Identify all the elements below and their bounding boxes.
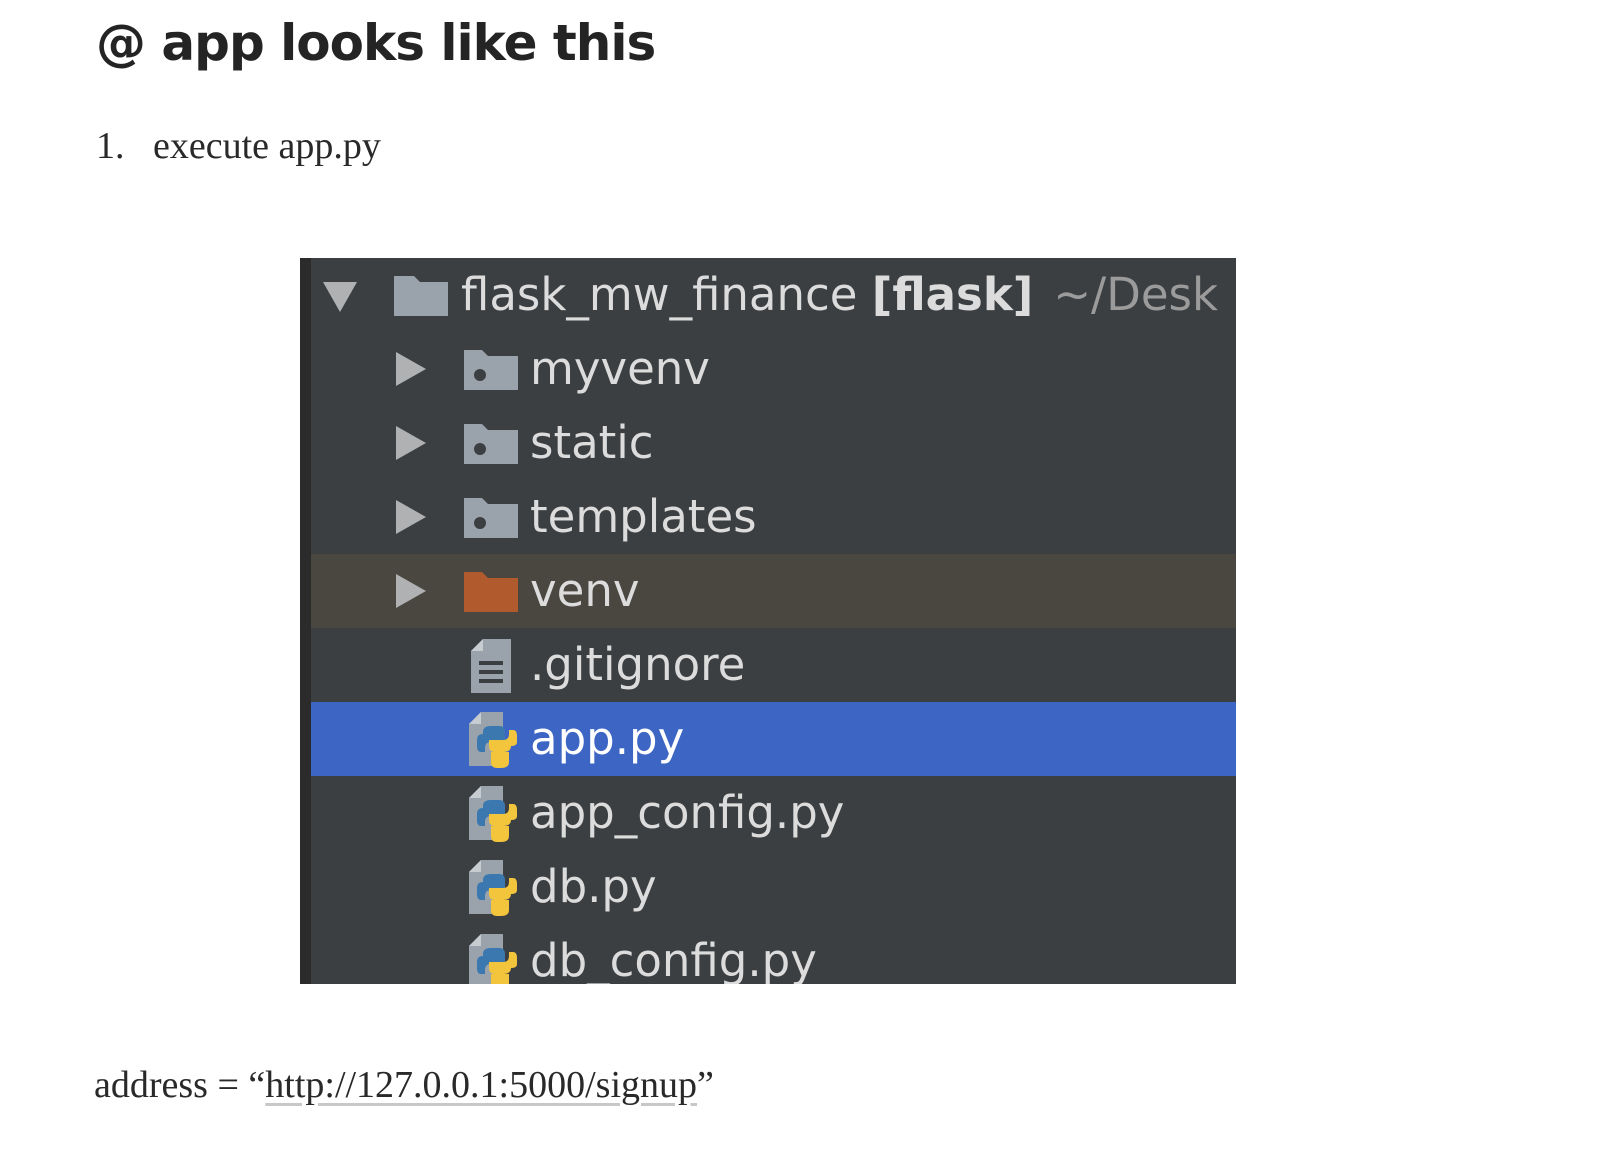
address-url-link[interactable]: http://127.0.0.1:5000/signup [265,1064,697,1106]
tree-item-label: app.py [530,712,685,765]
excluded-folder-icon [464,572,518,612]
tree-item-templates[interactable]: templates [311,480,1236,554]
tree-item-label: templates [530,490,757,543]
tree-item-label: app_config.py [530,786,845,839]
tree-item-venv[interactable]: venv [311,554,1236,628]
folder-icon [394,276,448,316]
python-file-icon [469,934,517,984]
tree-root-row[interactable]: flask_mw_finance [flask] ~/Desk [311,258,1236,332]
python-file-icon [469,712,517,768]
tree-item-label: db.py [530,860,657,913]
address-suffix: ” [697,1064,714,1106]
expand-arrow-icon[interactable] [396,500,426,534]
tree-item-db-config-py[interactable]: db_config.py [311,924,1236,984]
source-folder-icon [464,498,518,538]
root-path: ~/Desk [1053,268,1219,321]
tree-item-label: myvenv [530,342,710,395]
tree-item-myvenv[interactable]: myvenv [311,332,1236,406]
step-text: execute app.py [153,125,381,167]
source-folder-icon [464,350,518,390]
source-folder-icon [464,424,518,464]
address-line: address = “http://127.0.0.1:5000/signup” [94,1063,714,1107]
python-file-icon [469,786,517,842]
tree-item-gitignore[interactable]: .gitignore [311,628,1236,702]
tree-item-app-config-py[interactable]: app_config.py [311,776,1236,850]
address-prefix: address = “ [94,1064,266,1106]
step-number: 1. [96,125,125,167]
root-module: [flask] [871,268,1034,321]
step-item: 1. execute app.py [96,124,381,168]
project-tree-screenshot: flask_mw_finance [flask] ~/Desk myvenv st… [300,258,1236,984]
text-file-icon [471,639,511,693]
tree-item-label: .gitignore [530,638,746,691]
tree-item-label: db_config.py [530,934,817,984]
tree-item-db-py[interactable]: db.py [311,850,1236,924]
tree-item-static[interactable]: static [311,406,1236,480]
python-file-icon [469,860,517,916]
expand-arrow-icon[interactable] [396,574,426,608]
expand-arrow-icon[interactable] [396,426,426,460]
tree-item-label: static [530,416,654,469]
page-heading: @ app looks like this [96,14,656,72]
tree-item-app-py[interactable]: app.py [311,702,1236,776]
panel-edge [300,258,311,984]
root-name: flask_mw_finance [461,268,858,321]
expand-arrow-icon[interactable] [396,352,426,386]
tree-item-label: venv [530,564,640,617]
tree-root-label: flask_mw_finance [flask] ~/Desk [461,258,1218,332]
collapse-arrow-icon[interactable] [323,282,357,312]
